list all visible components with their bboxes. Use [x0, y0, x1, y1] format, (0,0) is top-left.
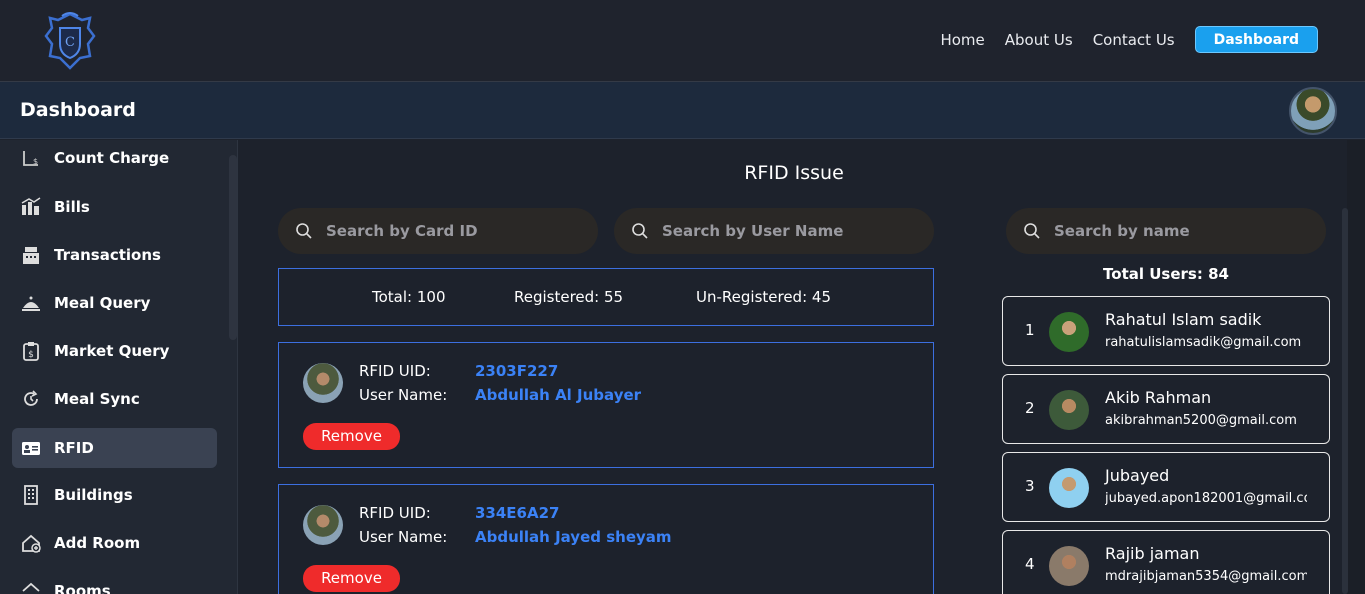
sidebar-item-market-query[interactable]: $ Market Query	[12, 331, 217, 371]
sidebar-item-rfid[interactable]: RFID	[12, 428, 217, 468]
top-navbar: C Home About Us Contact Us Dashboard	[0, 0, 1365, 82]
sidebar-item-rooms[interactable]: Rooms	[12, 571, 217, 594]
sidebar-item-meal-sync[interactable]: Meal Sync	[12, 379, 217, 419]
user-avatar	[1049, 546, 1089, 586]
user-index: 4	[1025, 555, 1035, 573]
user-list-item[interactable]: 3 Jubayed jubayed.apon182001@gmail.com	[1002, 452, 1330, 522]
page-title: Dashboard	[20, 99, 136, 121]
user-avatar[interactable]	[1289, 87, 1337, 135]
bills-icon	[20, 196, 42, 218]
user-avatar	[1049, 468, 1089, 508]
user-name: Rajib jaman	[1105, 544, 1200, 563]
search-icon	[1024, 223, 1040, 239]
nav-contact-link[interactable]: Contact Us	[1093, 27, 1175, 53]
meal-query-icon	[20, 292, 42, 314]
rfid-card: RFID UID: 334E6A27 User Name: Abdullah J…	[278, 484, 934, 594]
transactions-icon	[20, 244, 42, 266]
dashboard-button[interactable]: Dashboard	[1194, 26, 1318, 53]
user-name-search-input[interactable]	[662, 222, 892, 240]
user-name-label: User Name:	[359, 386, 448, 404]
sidebar-item-bills[interactable]: Bills	[12, 187, 217, 227]
sidebar-item-label: Rooms	[54, 582, 111, 594]
rfid-card-icon	[20, 437, 42, 459]
user-list-item[interactable]: 2 Akib Rahman akibrahman5200@gmail.com	[1002, 374, 1330, 444]
search-icon	[296, 223, 312, 239]
user-email: mdrajibjaman5354@gmail.com	[1105, 569, 1307, 584]
remove-button[interactable]: Remove	[303, 565, 400, 592]
rfid-stats-box: Total: 100 Registered: 55 Un-Registered:…	[278, 268, 934, 326]
name-search[interactable]	[1006, 208, 1326, 254]
market-query-icon: $	[20, 340, 42, 362]
user-avatar	[1049, 312, 1089, 352]
user-name: Jubayed	[1105, 466, 1170, 485]
user-email: rahatulislamsadik@gmail.com	[1105, 335, 1302, 350]
user-email: akibrahman5200@gmail.com	[1105, 413, 1297, 428]
stat-total: Total: 100	[372, 288, 446, 306]
sidebar-item-label: Meal Query	[54, 294, 151, 312]
sidebar-item-label: RFID	[54, 439, 94, 457]
nav-home-link[interactable]: Home	[940, 27, 984, 53]
rooms-icon	[20, 580, 42, 594]
brand-logo[interactable]: C	[38, 10, 102, 72]
sidebar-item-label: Count Charge	[54, 149, 170, 167]
sidebar-item-label: Meal Sync	[54, 390, 140, 408]
remove-button[interactable]: Remove	[303, 423, 400, 450]
sidebar-scrollbar[interactable]	[229, 155, 237, 340]
sidebar: $ Count Charge Bills Transactions Meal Q…	[0, 140, 238, 594]
add-room-icon	[20, 532, 42, 554]
svg-text:C: C	[65, 35, 75, 50]
sidebar-item-label: Transactions	[54, 246, 161, 264]
name-search-input[interactable]	[1054, 222, 1284, 240]
total-users: Total Users: 84	[1103, 265, 1229, 283]
user-avatar	[1049, 390, 1089, 430]
sidebar-item-label: Buildings	[54, 486, 133, 504]
user-index: 3	[1025, 477, 1035, 495]
meal-sync-icon	[20, 388, 42, 410]
card-id-search-input[interactable]	[326, 222, 556, 240]
page-scrollbar[interactable]	[1342, 208, 1348, 594]
rfid-uid-value: 334E6A27	[475, 504, 560, 522]
sidebar-item-count-charge[interactable]: $ Count Charge	[12, 140, 217, 178]
sidebar-item-add-room[interactable]: Add Room	[12, 523, 217, 563]
card-id-search[interactable]	[278, 208, 598, 254]
user-name: Rahatul Islam sadik	[1105, 310, 1262, 329]
svg-text:$: $	[28, 350, 34, 360]
user-index: 1	[1025, 321, 1035, 339]
user-avatar	[303, 505, 343, 545]
user-list-item[interactable]: 1 Rahatul Islam sadik rahatulislamsadik@…	[1002, 296, 1330, 366]
rfid-card: RFID UID: 2303F227 User Name: Abdullah A…	[278, 342, 934, 468]
svg-text:$: $	[33, 157, 38, 166]
user-name-label: User Name:	[359, 528, 448, 546]
sidebar-item-meal-query[interactable]: Meal Query	[12, 283, 217, 323]
sidebar-item-label: Add Room	[54, 534, 141, 552]
rfid-uid-label: RFID UID:	[359, 362, 431, 380]
user-avatar	[303, 363, 343, 403]
stat-registered: Registered: 55	[514, 288, 624, 306]
user-index: 2	[1025, 399, 1035, 417]
user-email: jubayed.apon182001@gmail.com	[1105, 491, 1307, 506]
rfid-issue-title: RFID Issue	[744, 162, 844, 184]
search-icon	[632, 223, 648, 239]
sidebar-item-label: Market Query	[54, 342, 170, 360]
dashboard-header: Dashboard	[0, 82, 1365, 139]
sidebar-item-buildings[interactable]: Buildings	[12, 475, 217, 515]
user-name: Akib Rahman	[1105, 388, 1212, 407]
buildings-icon	[20, 484, 42, 506]
rfid-uid-value: 2303F227	[475, 362, 559, 380]
nav-about-link[interactable]: About Us	[1005, 27, 1073, 53]
user-name-value: Abdullah Al Jubayer	[475, 386, 642, 404]
sidebar-item-label: Bills	[54, 198, 90, 216]
user-list-item[interactable]: 4 Rajib jaman mdrajibjaman5354@gmail.com	[1002, 530, 1330, 594]
count-charge-icon: $	[20, 147, 42, 169]
sidebar-item-transactions[interactable]: Transactions	[12, 235, 217, 275]
user-name-search[interactable]	[614, 208, 934, 254]
page-scrollbar-track	[1347, 140, 1365, 594]
rfid-uid-label: RFID UID:	[359, 504, 431, 522]
stat-unregistered: Un-Registered: 45	[696, 288, 831, 306]
user-name-value: Abdullah Jayed sheyam	[475, 528, 672, 546]
